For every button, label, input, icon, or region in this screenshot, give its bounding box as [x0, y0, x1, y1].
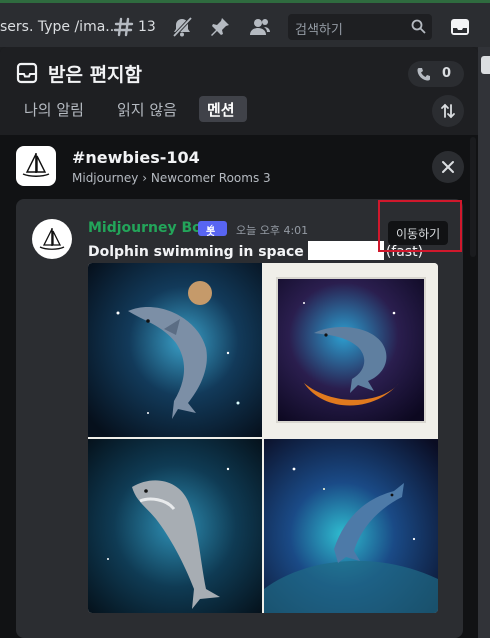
unread-count: 0 — [442, 66, 452, 81]
sailboat-logo-icon — [39, 228, 65, 250]
pin-icon[interactable] — [208, 15, 232, 39]
bot-badge-label: 봇 — [206, 227, 216, 238]
members-icon[interactable] — [248, 15, 272, 39]
mute-bell-icon[interactable] — [170, 15, 194, 39]
prompt-text: Dolphin swimming in space — [88, 244, 304, 260]
server-name: Midjourney — [72, 171, 139, 185]
avatar[interactable] — [32, 219, 72, 259]
breadcrumb-separator: › — [138, 171, 151, 185]
category-name: Newcomer Rooms 3 — [150, 171, 271, 185]
sort-button[interactable] — [432, 95, 464, 127]
bot-badge: ✓ 봇 — [198, 221, 227, 238]
search-placeholder: 검색하기 — [295, 23, 343, 38]
sailboat-logo-icon — [22, 153, 50, 177]
image-grid[interactable] — [88, 263, 438, 613]
threads-icon[interactable] — [112, 15, 136, 39]
inbox-icon — [446, 19, 474, 45]
author-name[interactable]: Midjourney Bot — [88, 220, 208, 236]
channel-breadcrumb: Midjourney › Newcomer Rooms 3 — [72, 171, 271, 185]
generated-image-3[interactable] — [88, 439, 262, 613]
search-bar[interactable]: 검색하기 — [288, 14, 432, 40]
channel-name-label: newbies-104 — [85, 148, 200, 167]
inbox-popout: 받은 편지함 0 나의 알림 읽지 않음 멘션 #newbies-104 Mid… — [0, 47, 478, 638]
unread-calls-pill[interactable]: 0 — [408, 61, 464, 87]
channel-topic[interactable]: sers. Type /ima... — [0, 19, 119, 35]
tab-mentions-label: 멘션 — [207, 101, 235, 119]
background-chat-edge — [478, 47, 490, 638]
background-edge-badge — [481, 56, 490, 74]
close-channel-button[interactable] — [432, 151, 464, 183]
highlight-annotation-box — [378, 200, 462, 252]
phone-icon — [416, 66, 432, 86]
tab-for-you[interactable]: 나의 알림 — [24, 99, 84, 120]
inbox-header: 받은 편지함 0 나의 알림 읽지 않음 멘션 — [0, 47, 478, 135]
search-icon — [411, 19, 426, 38]
tab-mentions[interactable]: 멘션 — [199, 96, 247, 122]
generated-image-4[interactable] — [264, 439, 438, 613]
threads-count: 13 — [138, 19, 156, 35]
inbox-icon — [16, 62, 38, 88]
channel-name[interactable]: #newbies-104 — [72, 148, 200, 167]
generated-image-1[interactable] — [88, 263, 262, 437]
tab-unread[interactable]: 읽지 않음 — [117, 99, 177, 120]
message-content: Dolphin swimming in space (fast) — [88, 241, 423, 260]
scrollbar-thumb[interactable] — [470, 137, 476, 257]
inbox-button[interactable] — [446, 13, 474, 41]
redacted-mention — [307, 241, 384, 260]
server-icon[interactable] — [16, 146, 56, 186]
inbox-title: 받은 편지함 — [48, 64, 143, 86]
message-timestamp: 오늘 오후 4:01 — [236, 224, 309, 237]
mention-message[interactable]: Midjourney Bot ✓ 봇 오늘 오후 4:01 Dolphin swi… — [16, 199, 463, 638]
channel-toolbar: sers. Type /ima... 13 검색하기 — [0, 3, 490, 47]
hash-icon: # — [72, 148, 86, 167]
generated-image-2[interactable] — [264, 263, 438, 437]
